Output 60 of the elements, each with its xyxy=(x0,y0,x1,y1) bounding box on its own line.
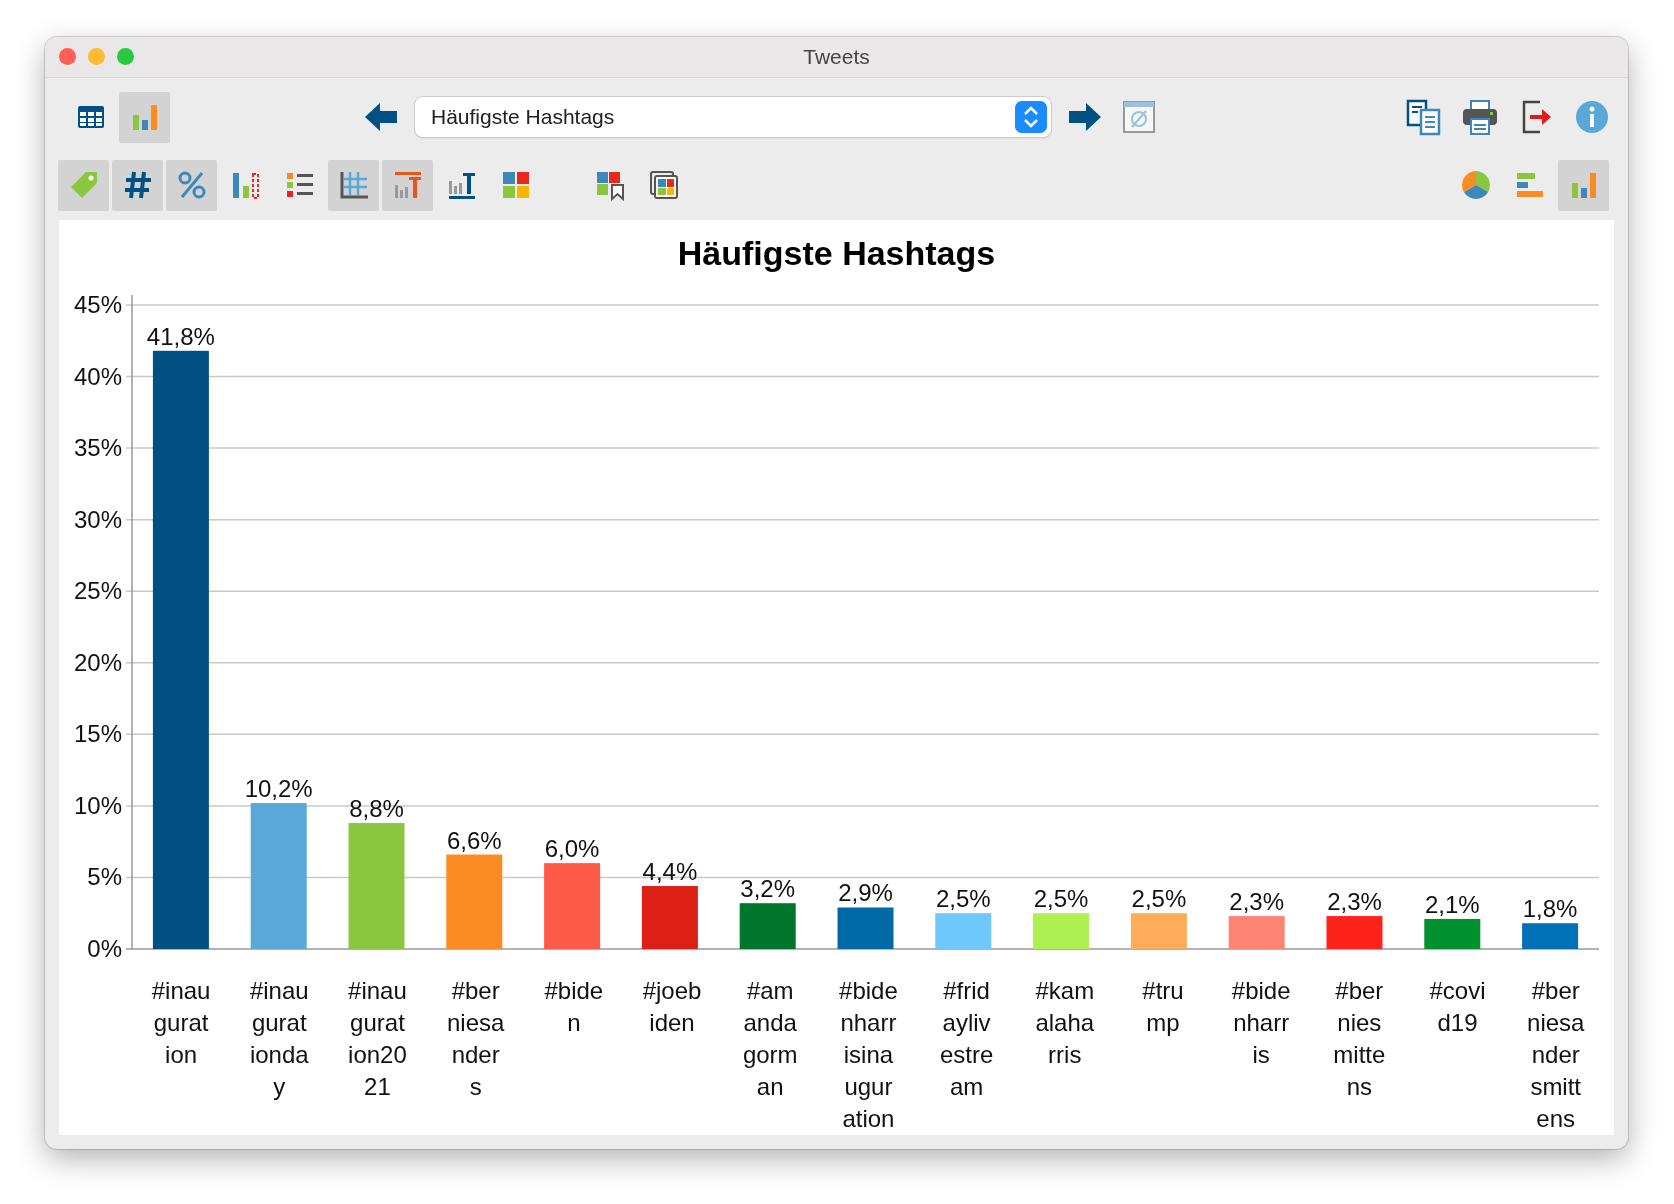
y-tick-label: 15% xyxy=(73,720,122,748)
y-tick-label: 0% xyxy=(87,935,122,962)
percent-icon[interactable] xyxy=(166,159,217,211)
x-axis-label: #inauguration2021 xyxy=(347,976,408,1102)
bar xyxy=(935,913,992,949)
x-axis-label: #joebiden xyxy=(642,976,703,1038)
y-tick-label: 5% xyxy=(87,863,122,891)
x-axis-label: #amandagorman xyxy=(741,976,799,1102)
value-label: 8,8% xyxy=(349,795,404,823)
x-axis-label: #biden xyxy=(543,976,604,1038)
print-icon[interactable] xyxy=(1460,97,1500,138)
chart-title: Häufigste Hashtags xyxy=(677,234,996,272)
x-axis-label: #inauguration xyxy=(151,976,212,1070)
value-label: 10,2% xyxy=(244,775,313,802)
hash-icon[interactable] xyxy=(112,159,163,211)
x-axis-label: #fridaylivestream xyxy=(938,976,995,1102)
stepper-icon xyxy=(1015,101,1047,134)
bar xyxy=(1326,916,1383,949)
value-label: 6,6% xyxy=(446,826,502,854)
x-axis-label: #bidenharrisinauguration xyxy=(838,976,899,1134)
y-tick-label: 45% xyxy=(73,291,122,318)
value-label: 2,3% xyxy=(1229,888,1285,916)
x-axis-label: #trump xyxy=(1141,976,1185,1038)
value-label: 2,3% xyxy=(1327,888,1382,916)
bar xyxy=(1522,923,1579,949)
bar xyxy=(1424,918,1481,949)
bar xyxy=(739,903,796,949)
y-tick-label: 20% xyxy=(73,648,122,676)
x-axis-label: #kamalaharris xyxy=(1034,976,1095,1070)
y-tick-label: 10% xyxy=(73,791,122,819)
y-tick-label: 40% xyxy=(73,362,122,390)
y-tick-label: 30% xyxy=(73,505,122,533)
x-axis-label: #covid19 xyxy=(1428,976,1487,1038)
x-axis-label: #berniesmittens xyxy=(1332,976,1387,1102)
bar-chart-icon[interactable] xyxy=(1558,159,1609,211)
bar xyxy=(1130,913,1187,949)
bar xyxy=(641,886,698,949)
report-dropdown[interactable]: Häufigste Hashtags xyxy=(415,97,1051,138)
value-label: 2,9% xyxy=(838,879,893,907)
x-axis-label: #berniesandersmittens xyxy=(1526,976,1586,1134)
grid-icon[interactable] xyxy=(328,159,379,211)
bar xyxy=(1033,913,1090,949)
value-label: 3,2% xyxy=(740,875,796,903)
x-axis-label: #inaugurationday xyxy=(249,976,310,1102)
value-label: 2,1% xyxy=(1424,890,1480,918)
value-label: 4,4% xyxy=(642,858,698,885)
window-title: Tweets xyxy=(803,44,870,68)
value-label: 2,5% xyxy=(935,885,991,913)
close-button[interactable] xyxy=(59,48,76,66)
value-label: 2,5% xyxy=(1033,885,1089,913)
bar xyxy=(837,907,894,949)
y-tick-label: 35% xyxy=(73,434,122,462)
x-axis-label: #berniesanders xyxy=(445,976,506,1102)
value-label: 1,8% xyxy=(1522,895,1578,923)
bar xyxy=(1228,916,1285,949)
value-label: 6,0% xyxy=(544,835,600,863)
value-label: 41,8% xyxy=(146,322,215,350)
x-axis-label: #bidenharris xyxy=(1231,976,1292,1070)
y-tick-label: 25% xyxy=(73,577,122,605)
value-label: 2,5% xyxy=(1131,885,1187,913)
